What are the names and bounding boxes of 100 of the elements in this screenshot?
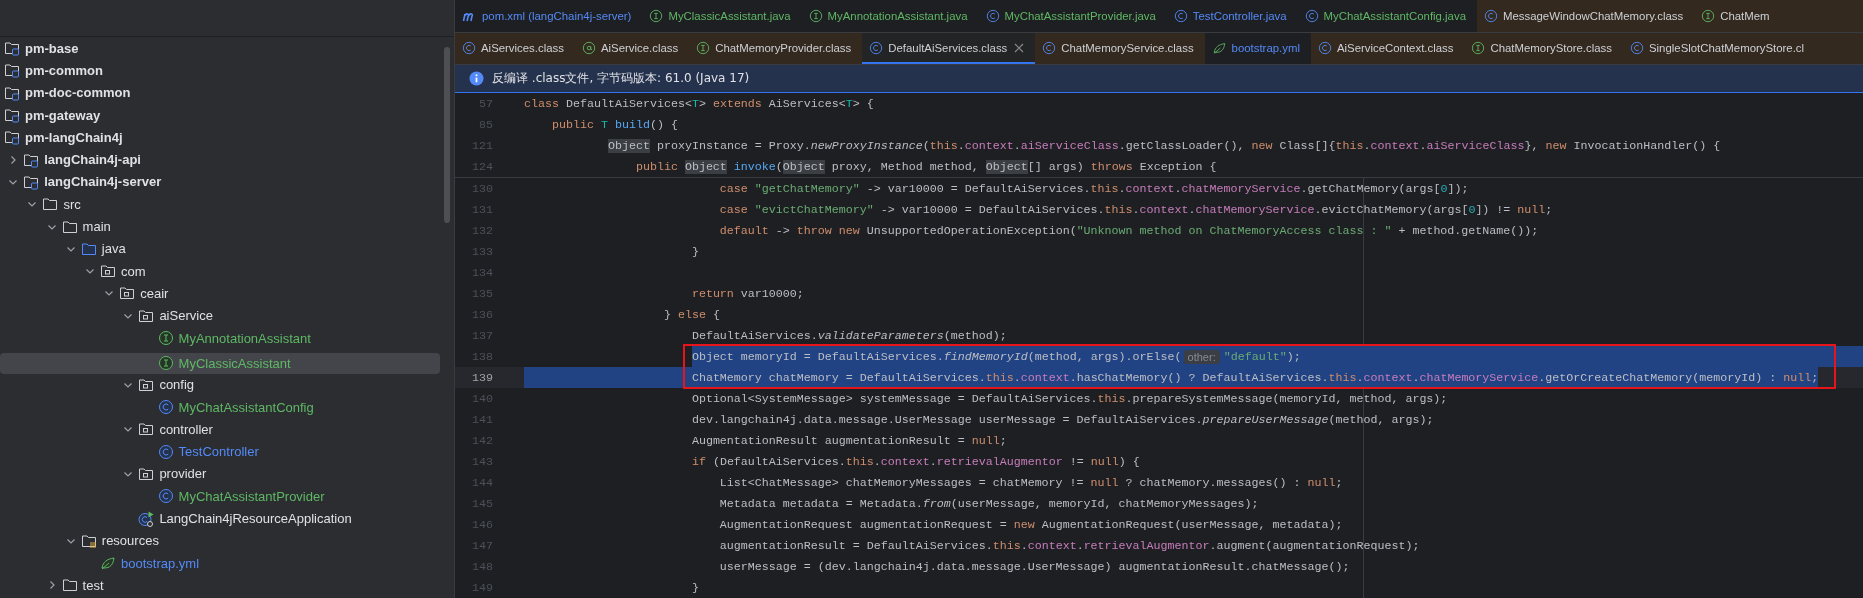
class-icon [157, 488, 174, 505]
scrollbar-thumb[interactable] [444, 47, 450, 223]
info-message: 反编译 .class文件, 字节码版本: 61.0 (Java 17) [492, 70, 750, 87]
code-line: DefaultAiServices.validateParameters(method); [690, 327, 1007, 345]
tree-item[interactable]: LangChain4jResourceApplication [0, 507, 440, 530]
code-line: case "evictChatMemory" -> var10000 = DefaultAiServices.this.context.chatMemoryService.evictChatMemory(args[0]) != null; [718, 201, 1553, 219]
folder-icon [61, 577, 78, 594]
tree-item[interactable]: ceair [0, 282, 440, 305]
editor-tab[interactable]: AiServices.class [455, 32, 575, 64]
interface-icon [696, 41, 711, 56]
class-icon [462, 41, 476, 56]
interface-icon [649, 8, 664, 23]
tree-item[interactable]: src [0, 193, 440, 216]
info-icon [469, 71, 484, 86]
tree-item[interactable]: com [0, 259, 440, 283]
code-line: Optional<SystemMessage> systemMessage = DefaultAiServices.this.prepareSystemMessage(memoryId, method, args); [690, 390, 1448, 408]
tree-item[interactable]: langChain4j-api [0, 148, 440, 171]
editor-tab[interactable]: MyClassicAssistant.java [642, 0, 802, 32]
tree-item[interactable]: pm-langChain4j [0, 126, 440, 149]
module-folder-icon [23, 173, 40, 190]
code-line: userMessage = (dev.langchain4j.data.message.UserMessage) augmentationResult.chatMessage(); [718, 558, 1350, 576]
module-folder-icon [4, 84, 20, 101]
editor-tab[interactable]: SingleSlotChatMemoryStore.cl [1623, 32, 1863, 64]
editor-tab[interactable]: TestController.java [1166, 0, 1298, 32]
module-folder-icon [4, 129, 20, 146]
class-icon [1317, 41, 1332, 56]
tree-item[interactable]: MyClassicAssistant [0, 352, 440, 374]
code-line: class DefaultAiServices<T> extends AiServices<T> { [524, 95, 874, 113]
tree-item[interactable]: pm-gateway [0, 103, 440, 127]
leaf-icon [1211, 41, 1227, 56]
editor-tab[interactable]: bootstrap.yml [1204, 32, 1311, 64]
code-line: List<ChatMessage> chatMemoryMessages = chatMemory != null ? chatMemory.messages() : null; [718, 474, 1343, 492]
editor-tab[interactable]: AiServiceContext.class [1310, 32, 1465, 64]
interface-icon [1701, 8, 1716, 23]
editor-tab[interactable]: ChatMemoryProvider.class [689, 32, 863, 64]
tree-item[interactable]: MyChatAssistantProvider [0, 485, 440, 508]
module-folder-icon [4, 62, 20, 79]
code-line: } else { [662, 306, 720, 324]
package-icon [138, 466, 155, 482]
line-number: 139 [471, 370, 494, 385]
package-icon [138, 376, 155, 393]
package-icon [138, 307, 155, 324]
annotation-icon [581, 41, 596, 56]
code-line: public T build() { [551, 116, 678, 134]
package-icon [138, 421, 155, 438]
class-icon [985, 8, 1000, 23]
tree-item[interactable]: test [0, 574, 440, 597]
tree-item[interactable]: MyAnnotationAssistant [0, 326, 440, 350]
code-line: } [690, 579, 699, 597]
close-icon[interactable] [1014, 43, 1025, 54]
class-icon [869, 41, 884, 56]
tree-item[interactable]: aiService [0, 304, 440, 327]
leaf-icon [100, 555, 116, 572]
tree-item[interactable]: resources [0, 529, 440, 553]
tree-item[interactable]: MyChatAssistantConfig [0, 395, 440, 419]
class-icon [1630, 41, 1644, 56]
editor-tab[interactable]: ChatMemoryService.class [1035, 32, 1205, 64]
code-line: return var10000; [690, 285, 804, 303]
module-folder-icon [4, 40, 20, 57]
interface-icon [1471, 41, 1486, 56]
tree-item[interactable]: java [0, 237, 440, 260]
folder-icon [61, 218, 78, 235]
code-line: augmentationResult = DefaultAiServices.this.context.retrievalAugmentor.augment(augmentationRequest); [718, 537, 1420, 555]
tree-item[interactable]: langChain4j-server [0, 170, 440, 194]
tree-item[interactable]: config [0, 373, 440, 396]
tree-item[interactable]: pm-doc-common [0, 81, 440, 104]
class-icon [1042, 41, 1057, 56]
module-folder-icon [23, 151, 40, 168]
editor-tab[interactable]: MessageWindowChatMemory.class [1477, 0, 1695, 32]
editor-tab[interactable]: pom.xml (langChain4j-server) [455, 0, 643, 32]
interface-icon [157, 330, 174, 346]
editor-tab[interactable]: DefaultAiServices.class [862, 32, 1036, 64]
editor-tab[interactable]: MyChatAssistantProvider.java [978, 0, 1167, 32]
editor-tab[interactable]: AiService.class [574, 32, 690, 64]
code-line: if (DefaultAiServices.this.context.retrievalAugmentor != null) { [690, 453, 1140, 471]
code-line: default -> throw new UnsupportedOperationException("Unknown method on ChatMemoryAccess class : " + method.getName()); [718, 222, 1539, 240]
folder-icon [80, 240, 97, 257]
editor-tab[interactable]: ChatMemoryStore.class [1464, 32, 1623, 64]
tree-item[interactable]: bootstrap.yml [0, 552, 440, 575]
tree-item[interactable]: main [0, 215, 440, 238]
tree-item[interactable]: TestController [0, 440, 440, 463]
interface-icon [157, 355, 174, 372]
tree-item[interactable]: pm-common [0, 59, 440, 82]
editor-tab[interactable]: ChatMem [1694, 0, 1863, 32]
code-line: } [690, 243, 699, 261]
class-icon [1173, 8, 1188, 23]
tree-item[interactable]: provider [0, 462, 440, 486]
editor-tab[interactable]: MyAnnotationAssistant.java [801, 0, 979, 32]
chevron-icon[interactable] [123, 469, 134, 479]
package-icon [119, 285, 136, 302]
resources-folder-icon [80, 532, 97, 549]
editor-tab[interactable]: MyChatAssistantConfig.java [1297, 0, 1477, 32]
class-icon [1484, 8, 1498, 23]
code-line: dev.langchain4j.data.message.UserMessage userMessage = DefaultAiServices.prepareUserMessage(method, args); [690, 411, 1434, 429]
class-icon [157, 399, 174, 416]
code-line: AugmentationRequest augmentationRequest = new AugmentationRequest(userMessage, metadata); [718, 516, 1343, 534]
tree-item[interactable]: pm-base [0, 37, 440, 60]
tree-item[interactable]: controller [0, 418, 440, 441]
folder-icon [42, 196, 59, 213]
run-class-icon [138, 510, 155, 527]
